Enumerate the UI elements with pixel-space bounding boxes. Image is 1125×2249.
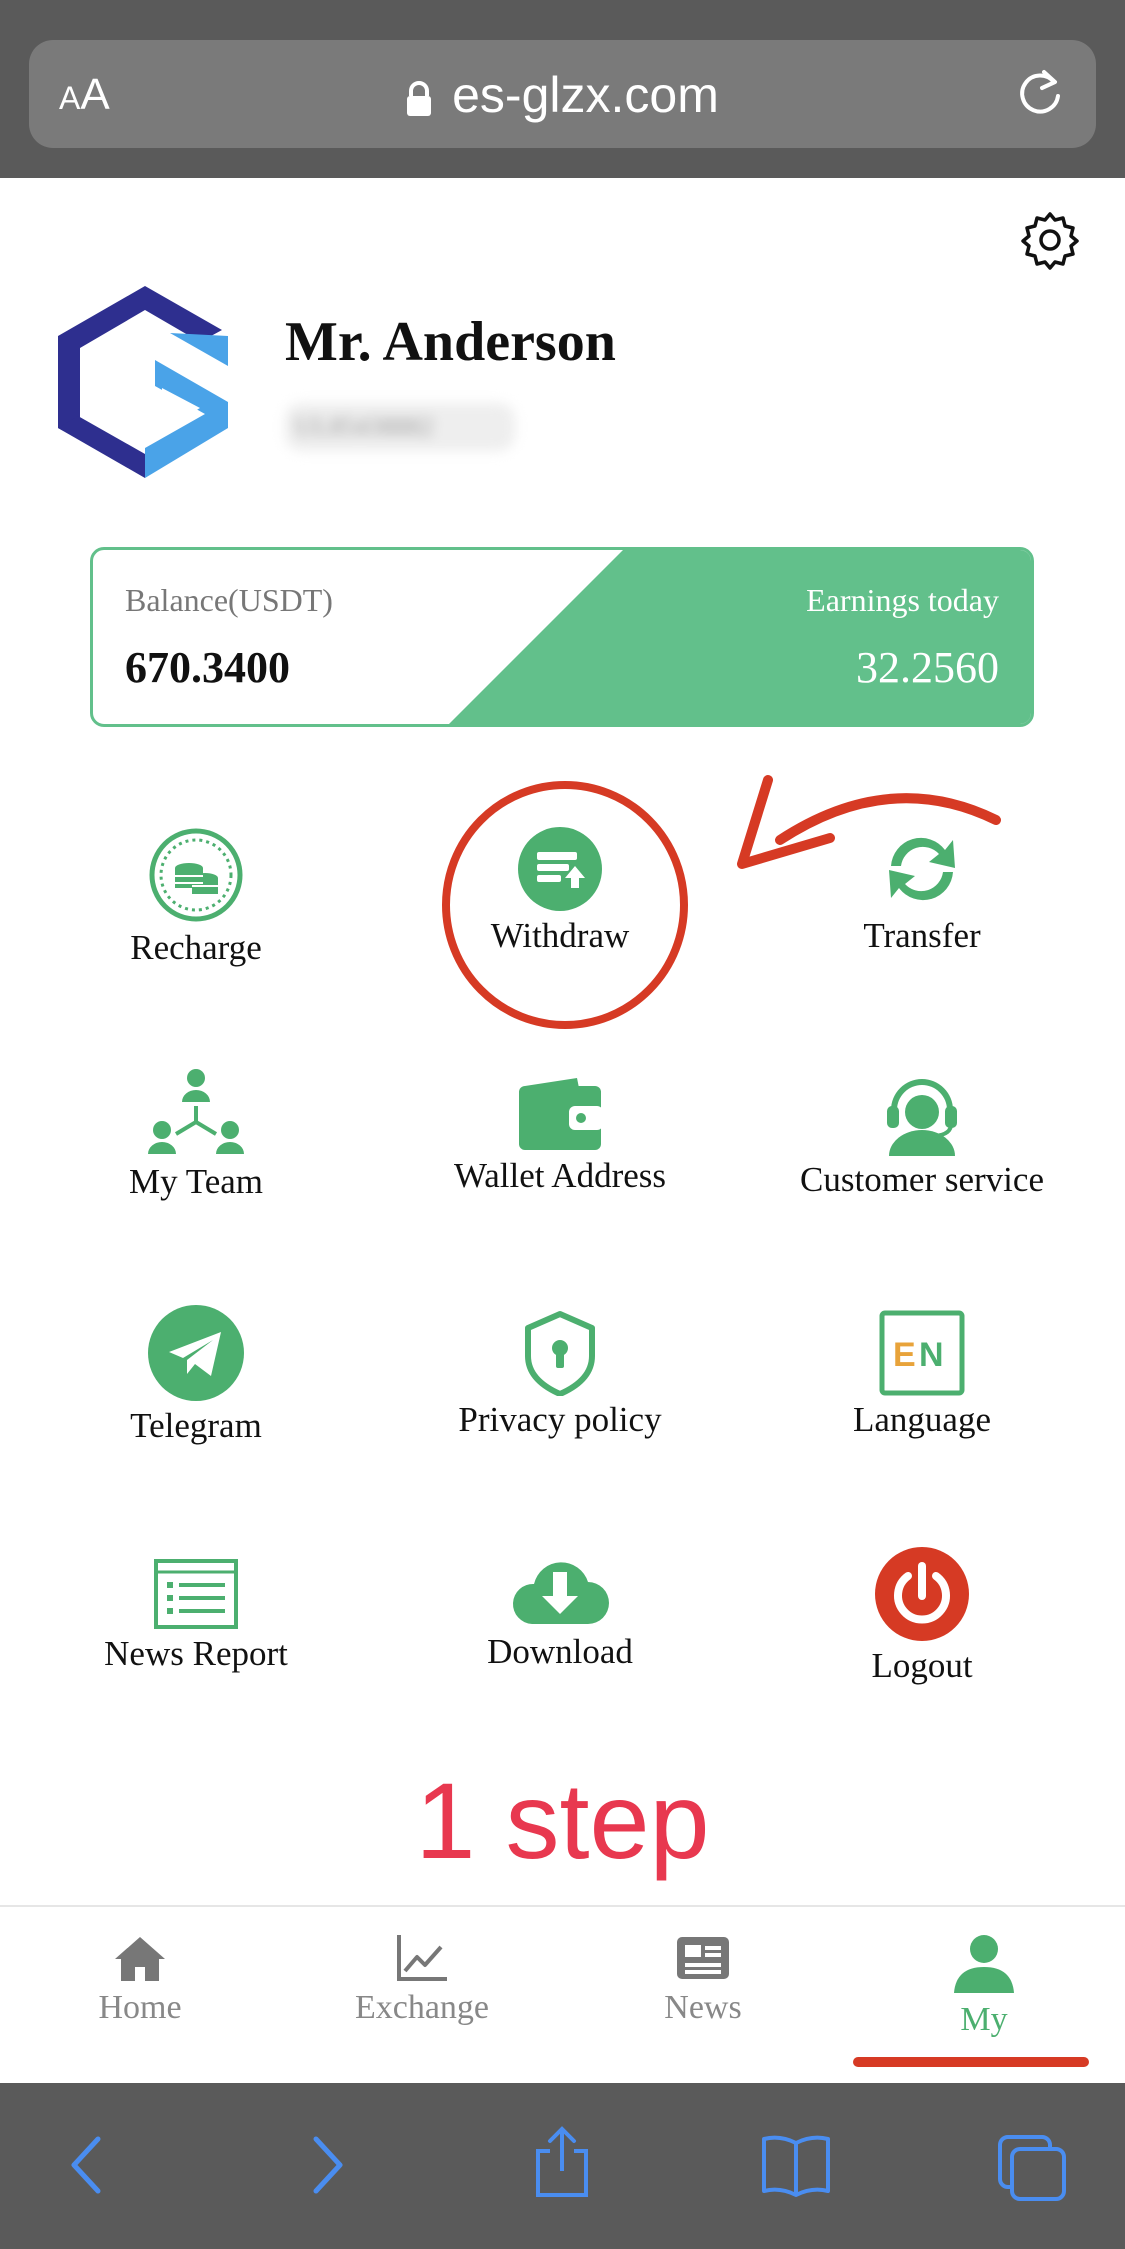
tab-my[interactable]: My <box>844 1907 1124 2039</box>
menu-label: Download <box>487 1632 633 1671</box>
balance-label: Balance(USDT) <box>125 582 333 618</box>
menu-label: Logout <box>871 1646 973 1685</box>
menu-download[interactable]: Download <box>410 1552 710 1672</box>
menu-news-report[interactable]: News Report <box>46 1558 346 1674</box>
menu-recharge[interactable]: Recharge <box>46 826 346 968</box>
annotation-circle <box>442 781 688 1029</box>
user-name: Mr. Anderson <box>285 311 616 373</box>
telegram-icon <box>148 1305 244 1401</box>
annotation-underline <box>853 2057 1089 2067</box>
chart-icon <box>397 1935 447 1981</box>
svg-text:E: E <box>893 1336 916 1374</box>
menu-logout[interactable]: Logout <box>772 1546 1072 1686</box>
back-arrow-icon[interactable] <box>66 2133 106 2197</box>
menu-label: Transfer <box>863 916 981 955</box>
browser-top-bar: AA es-glzx.com <box>0 0 1125 178</box>
tab-label: News <box>664 1989 742 2026</box>
wallet-icon <box>519 1078 603 1150</box>
url-display[interactable]: es-glzx.com <box>29 66 1096 124</box>
menu-label: Recharge <box>130 928 262 967</box>
menu-telegram[interactable]: Telegram <box>46 1304 346 1446</box>
balance-value: 670.3400 <box>125 643 290 692</box>
brand-logo <box>58 286 228 478</box>
headset-icon <box>887 1079 957 1156</box>
user-icon <box>954 1935 1014 1993</box>
cloud-download-icon <box>512 1562 609 1624</box>
menu-label: News Report <box>104 1634 288 1673</box>
earnings-today-value: 32.2560 <box>856 643 999 692</box>
menu-label: Wallet Address <box>454 1156 666 1195</box>
tab-label: My <box>960 2001 1008 2038</box>
tab-news[interactable]: News <box>563 1907 843 2027</box>
user-id-blurred: UL85438882 <box>285 403 515 451</box>
menu-my-team[interactable]: My Team <box>46 1066 346 1202</box>
menu-label: My Team <box>129 1162 263 1201</box>
team-icon <box>148 1069 244 1154</box>
balance-card-green-panel <box>449 550 1031 724</box>
browser-bottom-toolbar <box>0 2083 1125 2249</box>
share-icon[interactable] <box>532 2125 592 2199</box>
menu-wallet-address[interactable]: Wallet Address <box>410 1076 710 1196</box>
forward-arrow-icon[interactable] <box>308 2133 348 2197</box>
menu-label: Customer service <box>800 1160 1044 1199</box>
annotation-step-label: 1 step <box>415 1760 710 1881</box>
profile-page: Mr. Anderson UL85438882 Balance(USDT) 67… <box>0 178 1125 1905</box>
bottom-tab-bar: Home Exchange News My <box>0 1905 1125 2085</box>
menu-privacy-policy[interactable]: Privacy policy <box>410 1310 710 1440</box>
reload-icon[interactable] <box>1014 66 1066 118</box>
balance-card: Balance(USDT) 670.3400 Earnings today 32… <box>90 547 1034 727</box>
bookmarks-icon[interactable] <box>760 2133 832 2197</box>
settings-gear-icon[interactable] <box>1020 210 1080 270</box>
menu-language[interactable]: E N Language <box>772 1310 1072 1440</box>
menu-label: Language <box>853 1400 991 1439</box>
url-text: es-glzx.com <box>452 67 719 123</box>
menu-customer-service[interactable]: Customer service <box>772 1074 1072 1200</box>
coins-icon <box>149 828 243 922</box>
tabs-icon[interactable] <box>996 2133 1068 2203</box>
power-icon <box>875 1547 969 1641</box>
earnings-today-label: Earnings today <box>806 582 999 618</box>
home-icon <box>115 1937 165 1981</box>
shield-icon <box>525 1311 595 1396</box>
tab-home[interactable]: Home <box>0 1907 280 2027</box>
svg-text:N: N <box>919 1336 944 1374</box>
tab-label: Exchange <box>354 1989 490 2026</box>
menu-label: Privacy policy <box>458 1400 662 1439</box>
news-list-icon <box>154 1559 238 1629</box>
address-bar[interactable]: AA es-glzx.com <box>29 40 1096 148</box>
tab-exchange[interactable]: Exchange <box>282 1907 562 2027</box>
annotation-arrow <box>737 775 1001 869</box>
lock-icon <box>407 80 432 116</box>
language-en-icon: E N <box>879 1310 965 1396</box>
menu-label: Telegram <box>130 1406 262 1445</box>
tab-label: Home <box>98 1989 182 2026</box>
newspaper-icon <box>677 1937 729 1979</box>
